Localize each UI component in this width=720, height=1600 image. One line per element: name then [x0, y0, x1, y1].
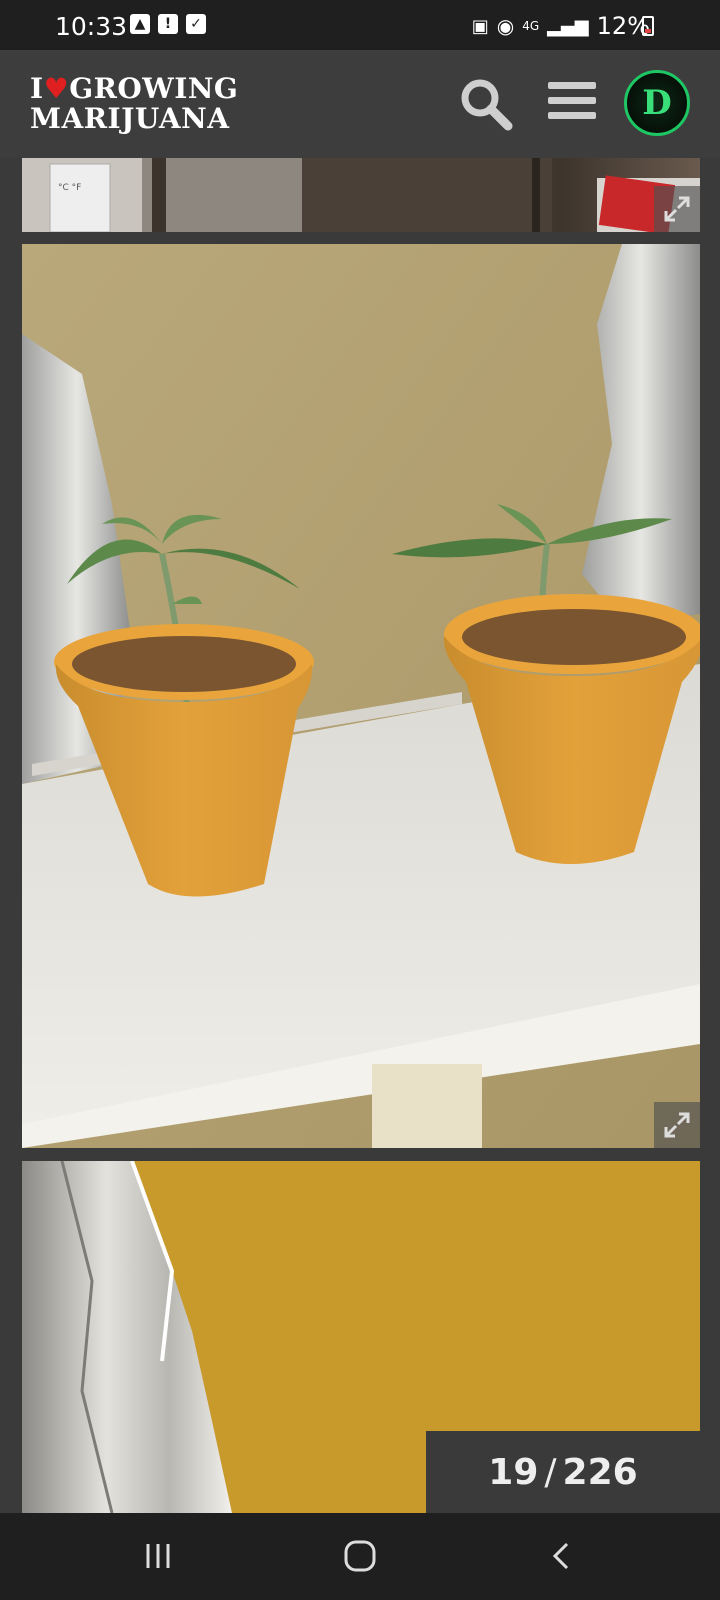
logo-growing: GROWING — [69, 72, 239, 105]
recent-apps-icon — [146, 1544, 170, 1568]
alert-notification-icon: ! — [158, 14, 178, 34]
photo-counter: 19 / 226 — [426, 1431, 700, 1513]
image-notification-icon: ▲ — [130, 14, 150, 34]
notification-icons: ▲ ! ✓ — [130, 14, 206, 34]
counter-separator: / — [544, 1451, 557, 1493]
expand-button[interactable] — [654, 186, 700, 232]
counter-total: 226 — [562, 1451, 638, 1493]
system-nav-bar — [0, 1513, 720, 1600]
photo-image — [22, 244, 700, 1148]
vpn-icon: ▣ — [471, 15, 489, 37]
heart-icon: ♥ — [43, 72, 70, 105]
expand-icon — [664, 1112, 690, 1138]
user-avatar[interactable]: D — [624, 70, 690, 136]
site-logo[interactable]: I♥GROWING MARIJUANA — [30, 74, 238, 134]
gallery-photo-main[interactable] — [22, 244, 700, 1148]
battery-icon — [642, 16, 654, 36]
logo-i: I — [30, 72, 44, 105]
gallery-photo[interactable]: °C °F — [22, 158, 700, 232]
home-icon — [344, 1540, 376, 1572]
menu-bar — [548, 97, 596, 104]
logo-line-2: MARIJUANA — [30, 102, 230, 135]
search-icon — [461, 79, 513, 131]
logo-line-1: I♥GROWING — [30, 74, 238, 104]
network-type: 4G — [522, 19, 540, 33]
hotspot-icon: ◉ — [496, 14, 515, 38]
photo-image: °C °F — [22, 158, 700, 232]
search-button[interactable] — [458, 76, 514, 132]
avatar-letter: D — [642, 83, 672, 123]
status-bar: 10:33 ▲ ! ✓ ▣ ◉ 4G ▂▄▆ 12% — [0, 0, 720, 50]
menu-bar — [548, 112, 596, 119]
site-header: I♥GROWING MARIJUANA D — [0, 50, 720, 158]
menu-bar — [548, 82, 596, 89]
check-notification-icon: ✓ — [186, 14, 206, 34]
menu-button[interactable] — [548, 82, 596, 126]
svg-text:°C °F: °C °F — [58, 183, 81, 193]
status-indicators: ▣ ◉ 4G ▂▄▆ 12% — [472, 12, 650, 40]
status-time: 10:33 — [55, 12, 128, 41]
back-button[interactable] — [532, 1531, 592, 1581]
back-icon — [552, 1542, 569, 1570]
counter-current: 19 — [488, 1451, 539, 1493]
expand-button[interactable] — [654, 1102, 700, 1148]
home-button[interactable] — [330, 1531, 390, 1581]
recent-apps-button[interactable] — [128, 1531, 188, 1581]
photo-gallery[interactable]: °C °F — [0, 158, 720, 1513]
expand-icon — [664, 196, 690, 222]
signal-icon: ▂▄▆ — [547, 15, 589, 37]
